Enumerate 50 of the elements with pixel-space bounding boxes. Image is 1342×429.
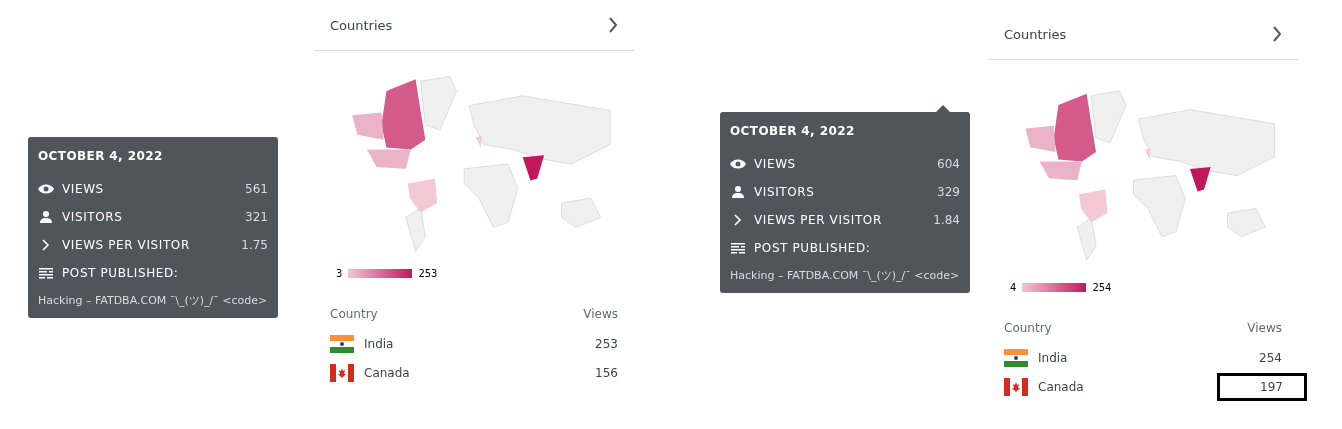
- flag-icon: [330, 363, 354, 382]
- views-count: 253: [595, 336, 618, 351]
- column-header: Country: [330, 307, 378, 321]
- stat-label: POST PUBLISHED:: [62, 266, 180, 280]
- column-header: Views: [1247, 321, 1282, 335]
- text-lines-icon: [38, 267, 54, 279]
- panel-title: Countries: [330, 17, 393, 33]
- tooltip-date: OCTOBER 4, 2022: [730, 124, 856, 138]
- stat-label: VIEWS: [754, 157, 797, 171]
- stat-label: VIEWS: [62, 182, 105, 196]
- text-lines-icon: [730, 242, 746, 254]
- post-title: Hacking – FATDBA.COM ¯\_(ツ)_/¯ <code>: [730, 268, 960, 283]
- panel-title: Countries: [1004, 26, 1067, 42]
- stat-value: 329: [937, 185, 960, 199]
- country-name: India: [1038, 350, 1069, 365]
- country-name: Canada: [364, 365, 411, 380]
- stat-label: VISITORS: [62, 210, 124, 224]
- legend-min: 3: [336, 268, 343, 279]
- flag-icon: [1004, 348, 1028, 367]
- legend-gradient: [1022, 283, 1087, 292]
- legend-min: 4: [1010, 282, 1017, 293]
- country-name: India: [364, 336, 395, 351]
- person-icon: [38, 211, 54, 223]
- legend-gradient: [348, 269, 413, 278]
- flag-icon: [330, 334, 354, 353]
- stat-value: 321: [245, 210, 268, 224]
- views-count: 254: [1259, 350, 1282, 365]
- views-count: 197: [1217, 372, 1307, 401]
- country-name: Canada: [1038, 379, 1085, 394]
- stat-value: 561: [245, 182, 268, 196]
- tooltip-date: OCTOBER 4, 2022: [38, 149, 164, 163]
- post-title: Hacking – FATDBA.COM ¯\_(ツ)_/¯ <code>: [38, 293, 268, 308]
- legend-max: 253: [418, 268, 438, 279]
- stat-label: VISITORS: [754, 185, 816, 199]
- chevron-right-icon[interactable]: [608, 17, 618, 33]
- eye-icon: [38, 184, 54, 194]
- stat-label: VIEWS PER VISITOR: [62, 238, 191, 252]
- stat-label: POST PUBLISHED:: [754, 241, 872, 255]
- stat-label: VIEWS PER VISITOR: [754, 213, 883, 227]
- column-header: Views: [583, 307, 618, 321]
- stat-value: 1.75: [241, 238, 268, 252]
- eye-icon: [730, 159, 746, 169]
- chevron-right-icon[interactable]: [1272, 26, 1282, 42]
- stat-value: 1.84: [933, 213, 960, 227]
- views-count: 156: [595, 365, 618, 380]
- legend-max: 254: [1092, 282, 1112, 293]
- flag-icon: [1004, 377, 1028, 396]
- person-icon: [730, 186, 746, 198]
- stat-value: 604: [937, 157, 960, 171]
- column-header: Country: [1004, 321, 1052, 335]
